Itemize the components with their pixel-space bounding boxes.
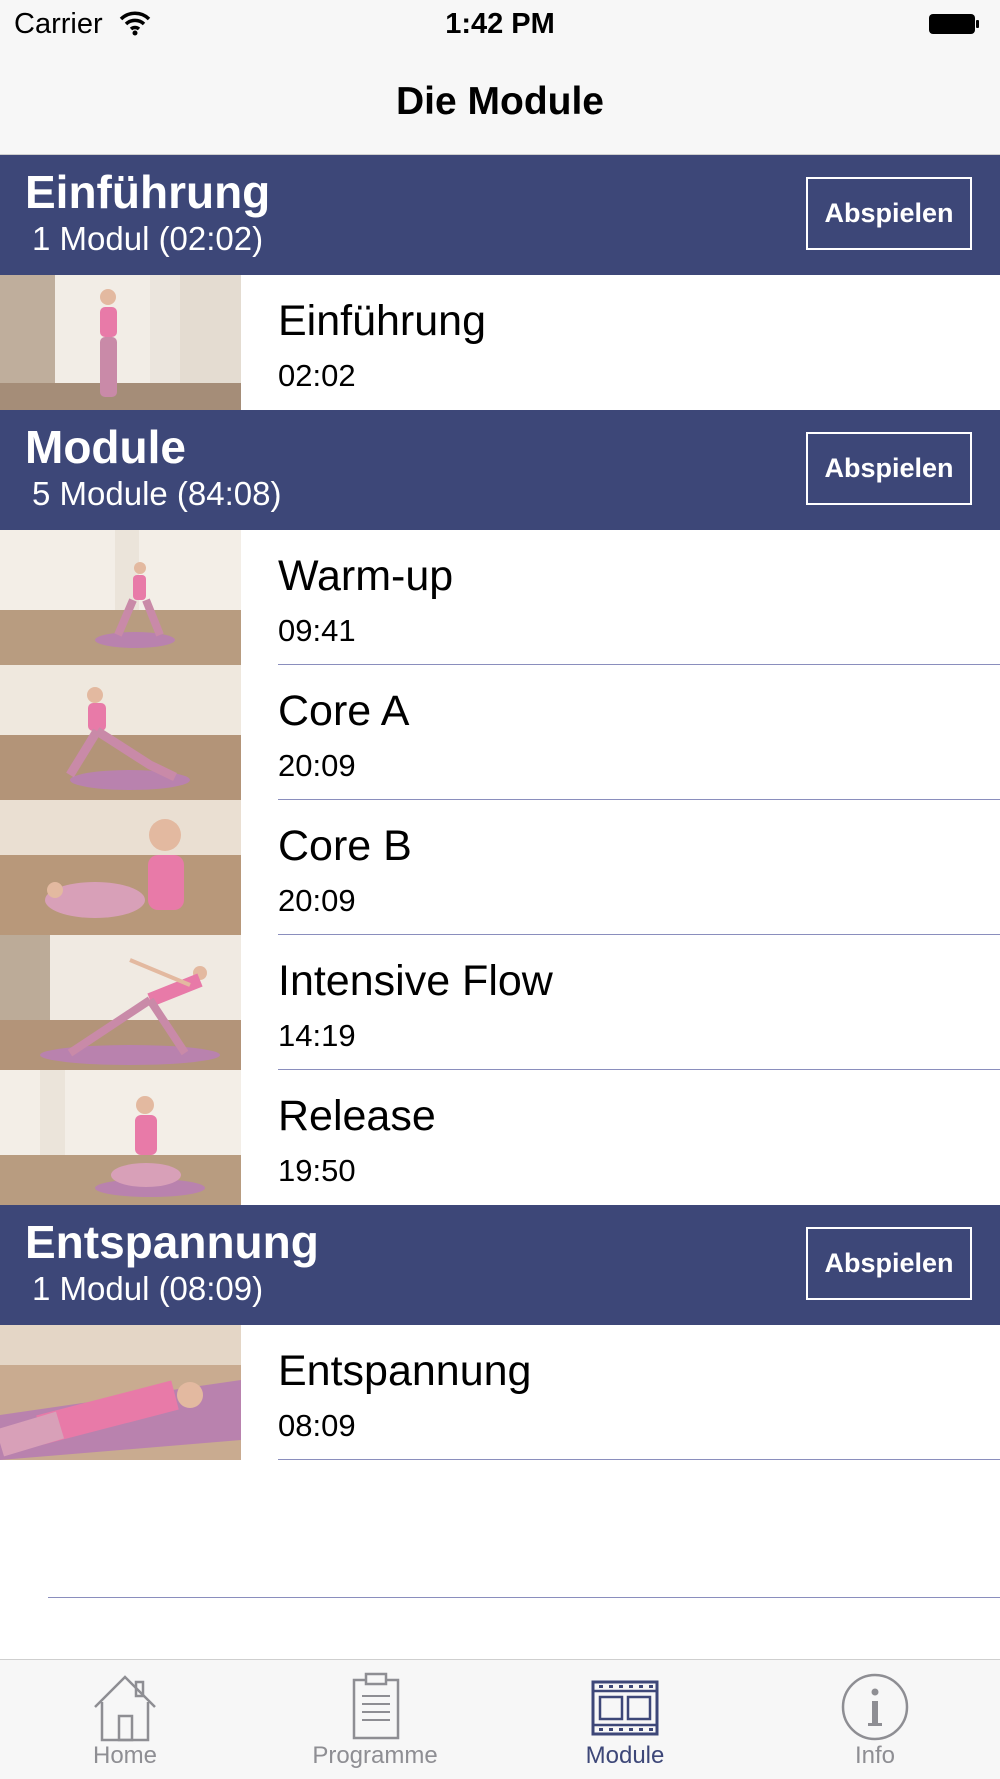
module-list[interactable]: Einführung 1 Modul (02:02) Abspielen Ein… bbox=[0, 155, 1000, 1460]
section-header-module: Module 5 Module (84:08) Abspielen bbox=[0, 410, 1000, 530]
list-item[interactable]: Release 19:50 bbox=[0, 1070, 1000, 1205]
tab-home[interactable]: Home bbox=[0, 1660, 250, 1779]
module-duration: 20:09 bbox=[278, 748, 356, 783]
module-title: Core A bbox=[278, 687, 410, 735]
tab-info[interactable]: Info bbox=[750, 1660, 1000, 1779]
video-thumbnail bbox=[0, 665, 241, 800]
tab-programme[interactable]: Programme bbox=[250, 1660, 500, 1779]
module-duration: 02:02 bbox=[278, 358, 356, 393]
module-title: Einführung bbox=[278, 297, 486, 345]
section-subtitle: 1 Modul (08:09) bbox=[32, 1270, 264, 1307]
film-icon bbox=[591, 1680, 659, 1736]
section-header-einfuehrung: Einführung 1 Modul (02:02) Abspielen bbox=[0, 155, 1000, 275]
video-thumbnail bbox=[0, 800, 241, 935]
video-thumbnail bbox=[0, 530, 241, 665]
list-item[interactable]: Warm-up 09:41 bbox=[0, 530, 1000, 665]
status-bar: Carrier 1:42 PM bbox=[0, 0, 1000, 50]
tab-label: Home bbox=[92, 1742, 158, 1769]
tab-bar: Home Programme Module Info bbox=[0, 1659, 1000, 1779]
module-title: Release bbox=[278, 1092, 436, 1140]
play-section-button[interactable]: Abspielen bbox=[806, 432, 972, 505]
video-thumbnail bbox=[0, 1325, 241, 1460]
video-thumbnail bbox=[0, 275, 241, 410]
tab-module[interactable]: Module bbox=[500, 1660, 750, 1779]
navigation-bar: Die Module bbox=[0, 50, 1000, 155]
home-icon bbox=[94, 1675, 156, 1742]
section-title: Entspannung bbox=[25, 1216, 319, 1268]
module-duration: 19:50 bbox=[278, 1153, 356, 1188]
section-subtitle: 1 Modul (02:02) bbox=[32, 220, 264, 257]
clipboard-icon bbox=[352, 1672, 400, 1740]
module-duration: 14:19 bbox=[278, 1018, 356, 1053]
info-icon bbox=[841, 1673, 909, 1741]
list-item[interactable]: Entspannung 08:09 bbox=[0, 1325, 1000, 1460]
module-title: Intensive Flow bbox=[278, 957, 553, 1005]
row-separator bbox=[48, 1597, 1000, 1598]
module-duration: 20:09 bbox=[278, 883, 356, 918]
list-item[interactable]: Einführung 02:02 bbox=[0, 275, 1000, 410]
module-title: Entspannung bbox=[278, 1347, 532, 1395]
page-title: Die Module bbox=[395, 80, 604, 123]
tab-label: Module bbox=[585, 1742, 665, 1769]
video-thumbnail bbox=[0, 935, 241, 1070]
module-title: Core B bbox=[278, 822, 412, 870]
module-duration: 08:09 bbox=[278, 1408, 356, 1443]
row-separator bbox=[278, 1459, 1000, 1460]
play-section-button[interactable]: Abspielen bbox=[806, 1227, 972, 1300]
list-item[interactable]: Core B 20:09 bbox=[0, 800, 1000, 935]
video-thumbnail bbox=[0, 1070, 241, 1205]
section-header-entspannung: Entspannung 1 Modul (08:09) Abspielen bbox=[0, 1205, 1000, 1325]
list-item[interactable]: Intensive Flow 14:19 bbox=[0, 935, 1000, 1070]
battery-icon bbox=[929, 14, 979, 34]
list-item[interactable]: Core A 20:09 bbox=[0, 665, 1000, 800]
section-title: Einführung bbox=[25, 166, 271, 218]
module-title: Warm-up bbox=[278, 552, 454, 600]
clock: 1:42 PM bbox=[445, 8, 555, 40]
tab-label: Programme bbox=[312, 1742, 438, 1769]
section-subtitle: 5 Module (84:08) bbox=[32, 475, 282, 512]
tab-label: Info bbox=[854, 1742, 896, 1769]
play-section-button[interactable]: Abspielen bbox=[806, 177, 972, 250]
module-duration: 09:41 bbox=[278, 613, 356, 648]
section-title: Module bbox=[25, 421, 186, 473]
